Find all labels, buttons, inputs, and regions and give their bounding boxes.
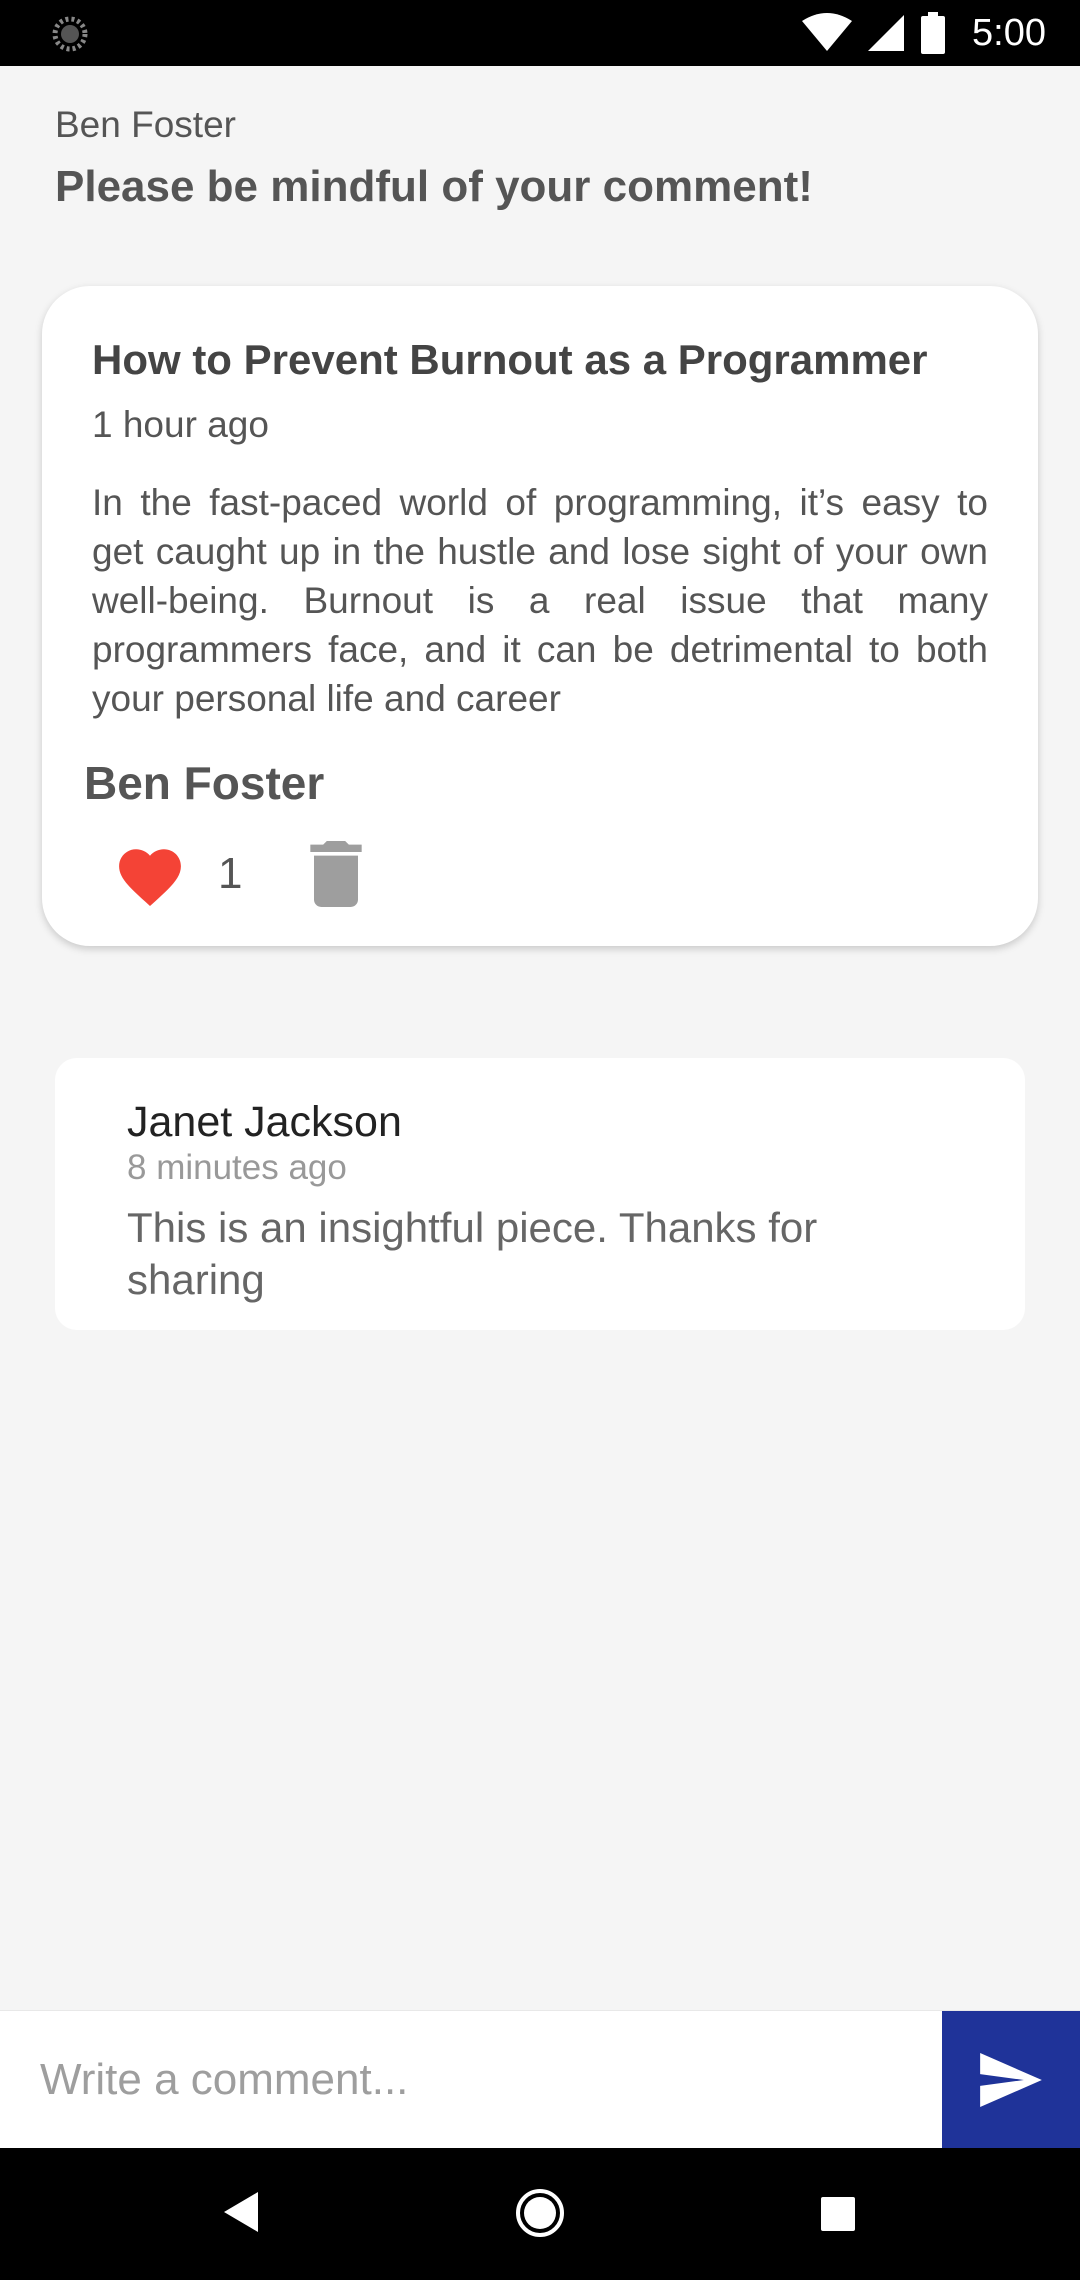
comment-author: Janet Jackson [127, 1098, 402, 1146]
post-actions: 1 [112, 840, 363, 908]
comment-item: Janet Jackson 8 minutes ago This is an i… [55, 1058, 1025, 1330]
post-title: How to Prevent Burnout as a Programmer [92, 336, 928, 383]
home-icon[interactable] [515, 2188, 565, 2238]
post-body: In the fast-paced world of programming, … [92, 482, 988, 719]
status-time: 5:00 [972, 11, 1046, 54]
comment-text: This is an insightful piece. Thanks for … [127, 1204, 818, 1303]
send-button[interactable] [942, 2011, 1080, 2149]
wifi-icon [802, 13, 853, 51]
like-count: 1 [218, 849, 243, 898]
cellular-signal-icon [868, 15, 905, 51]
status-bar: 5:00 [0, 0, 1080, 66]
compose-bar [0, 2010, 1080, 2149]
navigation-bar [0, 2148, 1080, 2280]
recents-icon[interactable] [820, 2196, 856, 2232]
battery-icon [921, 12, 946, 54]
post-author: Ben Foster [84, 757, 325, 809]
comment-notice: Please be mindful of your comment! [55, 162, 813, 211]
loading-spinner-icon [52, 16, 88, 52]
comment-input[interactable] [0, 2011, 942, 2149]
comment-time: 8 minutes ago [127, 1148, 347, 1187]
back-icon[interactable] [222, 2190, 260, 2234]
post-time: 1 hour ago [92, 404, 269, 445]
trash-icon[interactable] [310, 841, 363, 907]
heart-icon[interactable] [112, 840, 188, 908]
current-user-name: Ben Foster [55, 104, 236, 145]
send-icon [980, 2053, 1042, 2107]
post-card: How to Prevent Burnout as a Programmer 1… [42, 286, 1038, 946]
header: Ben Foster Please be mindful of your com… [55, 104, 813, 212]
